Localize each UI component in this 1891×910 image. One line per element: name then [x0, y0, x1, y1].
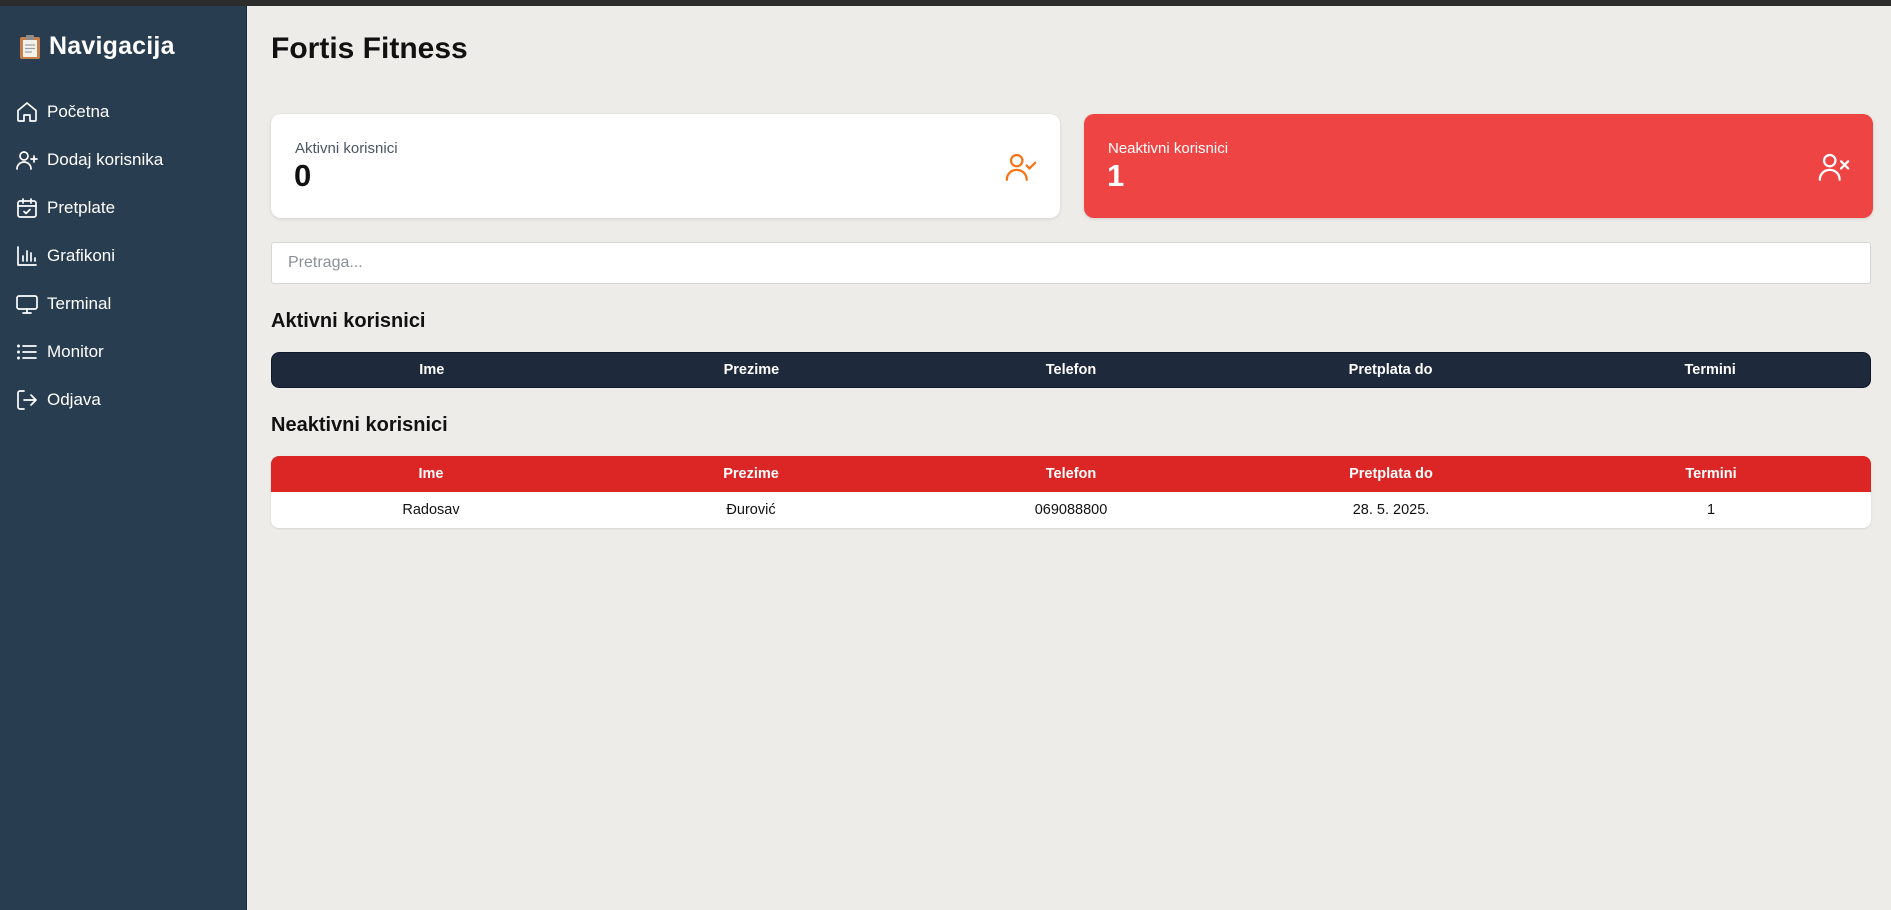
column-header-pretplata-do[interactable]: Pretplata do [1231, 362, 1551, 378]
sidebar-item-label: Grafikoni [47, 246, 116, 265]
column-header-telefon[interactable]: Telefon [911, 466, 1231, 482]
sidebar-item-pocetna[interactable]: Početna [0, 88, 247, 136]
column-header-termini[interactable]: Termini [1550, 362, 1870, 378]
clipboard-icon [19, 34, 41, 60]
sidebar-item-monitor[interactable]: Monitor [0, 328, 247, 376]
page-title: Fortis Fitness [271, 32, 468, 65]
sidebar-brand: Navigacija [19, 32, 175, 61]
column-header-prezime[interactable]: Prezime [591, 466, 911, 482]
inactive-users-table: Ime Prezime Telefon Pretplata do Termini… [271, 456, 1871, 528]
search-input[interactable] [271, 242, 1871, 284]
cell-pretplata-do: 28. 5. 2025. [1352, 502, 1430, 518]
cell-prezime: Đurović [726, 502, 776, 518]
sidebar-item-label: Pretplate [47, 198, 116, 217]
sidebar-nav: Početna Dodaj korisnika Pretplate Grafik… [0, 88, 247, 424]
home-icon [17, 102, 37, 122]
cell-ime: Radosav [402, 502, 460, 518]
active-users-table: Ime Prezime Telefon Pretplata do Termini [271, 352, 1871, 388]
monitor-icon [16, 295, 38, 314]
sidebar-item-label: Terminal [47, 294, 112, 313]
sidebar: Navigacija Početna Dodaj korisnika Pretp… [0, 6, 247, 910]
card-label: Aktivni korisnici [295, 140, 398, 157]
column-header-pretplata-do[interactable]: Pretplata do [1231, 466, 1551, 482]
list-icon [17, 344, 37, 360]
sidebar-item-terminal[interactable]: Terminal [0, 280, 247, 328]
logout-icon [17, 390, 37, 410]
column-header-ime[interactable]: Ime [271, 466, 591, 482]
sidebar-item-label: Dodaj korisnika [47, 150, 164, 169]
inactive-users-card: Neaktivni korisnici 1 [1084, 114, 1873, 218]
column-header-ime[interactable]: Ime [272, 362, 592, 378]
card-value: 1 [1107, 158, 1125, 193]
sidebar-item-dodaj-korisnika[interactable]: Dodaj korisnika [0, 136, 247, 184]
card-value: 0 [294, 158, 312, 193]
column-header-prezime[interactable]: Prezime [592, 362, 912, 378]
window-top-bar [0, 0, 1891, 6]
user-plus-icon [16, 151, 38, 170]
sidebar-item-label: Odjava [47, 390, 101, 409]
column-header-termini[interactable]: Termini [1551, 466, 1871, 482]
sidebar-item-pretplate[interactable]: Pretplate [0, 184, 247, 232]
sidebar-item-odjava[interactable]: Odjava [0, 376, 247, 424]
cell-termini: 1 [1706, 502, 1716, 518]
table-header: Ime Prezime Telefon Pretplata do Termini [271, 456, 1871, 492]
column-header-telefon[interactable]: Telefon [911, 362, 1231, 378]
table-header: Ime Prezime Telefon Pretplata do Termini [271, 352, 1871, 388]
active-users-card: Aktivni korisnici 0 [271, 114, 1060, 218]
cell-telefon: 069088800 [1034, 502, 1108, 518]
card-label: Neaktivni korisnici [1108, 140, 1229, 157]
user-check-icon [1005, 153, 1037, 181]
sidebar-item-label: Monitor [47, 342, 104, 361]
bar-chart-icon [17, 246, 37, 266]
sidebar-title: Navigacija [49, 32, 175, 60]
user-x-icon [1818, 153, 1850, 181]
calendar-check-icon [17, 198, 37, 218]
sidebar-item-grafikoni[interactable]: Grafikoni [0, 232, 247, 280]
table-row[interactable]: Radosav Đurović 069088800 28. 5. 2025. 1 [271, 492, 1871, 528]
inactive-users-heading: Neaktivni korisnici [271, 414, 448, 436]
sidebar-item-label: Početna [47, 102, 110, 121]
active-users-heading: Aktivni korisnici [271, 310, 426, 332]
